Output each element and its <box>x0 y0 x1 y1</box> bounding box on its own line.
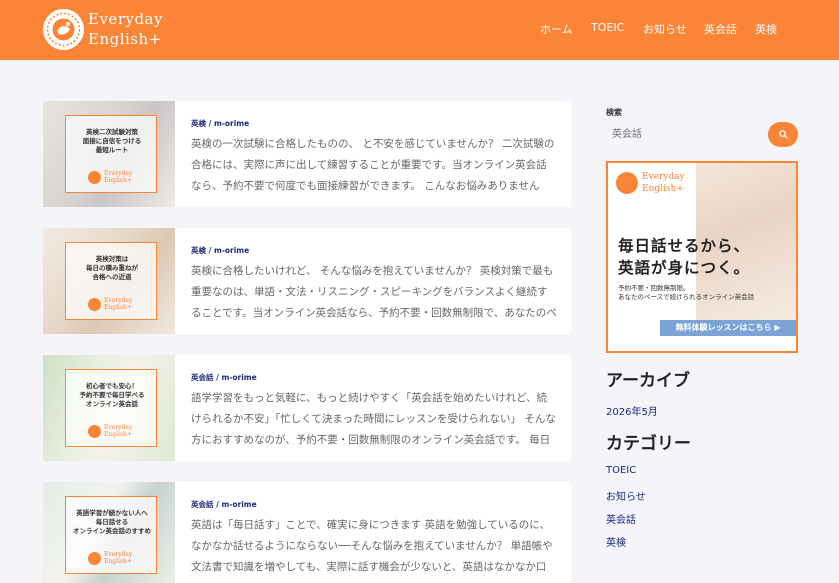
logo-icon <box>88 425 101 438</box>
thumbnail-logo-line-2: English+ <box>104 431 132 438</box>
thumbnail-overlay: 英検二次試験対策 面接に自信をつける 最短ルート Everyday English… <box>65 115 157 193</box>
thumbnail-overlay: 初心者でも安心！ 予約不要で毎日学べる オンライン英会話 Everyday Eng… <box>65 369 157 447</box>
category-item-news[interactable]: お知らせ <box>606 488 646 503</box>
thumbnail-logo: Everyday English+ <box>88 424 138 440</box>
banner-logo-line-1: Everyday <box>642 172 685 182</box>
search-button[interactable] <box>768 122 798 147</box>
banner-headline: 毎日話せるから、 英語が身につく。 <box>618 235 750 279</box>
logo-icon <box>88 552 101 565</box>
thumbnail-logo-line-1: Everyday <box>104 297 133 304</box>
logo-line-2: English+ <box>88 30 162 48</box>
post-meta[interactable]: 英検 / m-orime <box>191 245 249 256</box>
post-thumbnail[interactable]: 英検対策は 毎日の積み重ねが 合格への近道 Everyday English+ <box>43 228 175 334</box>
thumbnail-title: 英検対策は 毎日の積み重ねが 合格への近道 <box>86 255 138 281</box>
category-item-eikaiwa[interactable]: 英会話 <box>606 511 636 526</box>
post-card[interactable]: 英検二次試験対策 面接に自信をつける 最短ルート Everyday English… <box>43 101 571 207</box>
logo-icon <box>616 172 638 194</box>
search-input[interactable] <box>606 122 772 146</box>
thumbnail-title: 英検二次試験対策 面接に自信をつける 最短ルート <box>82 128 142 154</box>
post-excerpt: 英検に合格したいけれど、 そんな悩みを抱えていませんか？ 英検対策で最も重要なの… <box>191 265 557 319</box>
nav-item-toeic[interactable]: TOEIC <box>591 21 624 34</box>
category-heading: カテゴリー <box>606 434 691 454</box>
trial-banner[interactable]: Everyday English+ 毎日話せるから、 英語が身につく。 予約不要・… <box>606 161 798 353</box>
post-card[interactable]: 初心者でも安心！ 予約不要で毎日学べる オンライン英会話 Everyday Eng… <box>43 355 571 461</box>
thumbnail-logo-line-1: Everyday <box>104 551 133 558</box>
post-excerpt: 英検の一次試験に合格したものの、 と不安を感じていませんか？ 二次試験の合格には… <box>191 138 555 192</box>
nav-item-home[interactable]: ホーム <box>540 21 573 37</box>
thumbnail-logo-line-2: English+ <box>104 558 132 565</box>
logo-icon <box>43 9 84 50</box>
thumbnail-title: 初心者でも安心！ 予約不要で毎日学べる オンライン英会話 <box>79 382 145 408</box>
nav-item-eikaiwa[interactable]: 英会話 <box>704 21 737 37</box>
search-icon <box>778 129 788 139</box>
archive-heading: アーカイブ <box>606 371 690 391</box>
site-logo[interactable]: Everyday English+ <box>43 9 173 51</box>
logo-line-1: Everyday <box>88 10 163 28</box>
category-item-toeic[interactable]: TOEIC <box>606 465 636 476</box>
banner-subtext-line-1: 予約不要・回数無制限。 <box>618 284 690 292</box>
search-label: 検索 <box>606 108 622 117</box>
banner-subtext: 予約不要・回数無制限。 あなたのペースで続けられるオンライン英会話 <box>618 284 754 302</box>
post-thumbnail[interactable]: 英語学習が続かない人へ 毎日話せる オンライン英会話のすすめ Everyday E… <box>43 482 175 583</box>
thumbnail-logo-line-2: English+ <box>104 177 132 184</box>
logo-text: Everyday English+ <box>88 9 163 49</box>
thumbnail-title: 英語学習が続かない人へ 毎日話せる オンライン英会話のすすめ <box>73 509 151 535</box>
site-header: Everyday English+ ホーム TOEIC お知らせ 英会話 英検 <box>0 0 839 60</box>
archive-item[interactable]: 2026年5月 <box>606 403 658 418</box>
post-excerpt: 語学学習をもっと気軽に、もっと続けやすく「英会話を始めたいけれど、続けられるか不… <box>191 392 556 446</box>
trial-cta-button[interactable]: 無料体験レッスンはこちら ▶ <box>660 320 796 336</box>
post-meta[interactable]: 英会話 / m-orime <box>191 372 257 383</box>
logo-icon <box>88 171 101 184</box>
logo-icon <box>88 298 101 311</box>
post-thumbnail[interactable]: 初心者でも安心！ 予約不要で毎日学べる オンライン英会話 Everyday Eng… <box>43 355 175 461</box>
banner-subtext-line-2: あなたのペースで続けられるオンライン英会話 <box>618 293 755 301</box>
post-thumbnail[interactable]: 英検二次試験対策 面接に自信をつける 最短ルート Everyday English… <box>43 101 175 207</box>
banner-logo: Everyday English+ <box>616 169 706 199</box>
post-meta[interactable]: 英検 / m-orime <box>191 118 249 129</box>
nav-item-eiken[interactable]: 英検 <box>755 21 777 37</box>
thumbnail-logo: Everyday English+ <box>88 170 138 186</box>
banner-headline-line-2: 英語が身につく。 <box>618 259 751 277</box>
thumbnail-logo: Everyday English+ <box>88 551 138 567</box>
thumbnail-logo: Everyday English+ <box>88 297 138 313</box>
thumbnail-logo-line-2: English+ <box>104 304 132 311</box>
nav-item-news[interactable]: お知らせ <box>643 21 687 37</box>
post-card[interactable]: 英語学習が続かない人へ 毎日話せる オンライン英会話のすすめ Everyday E… <box>43 482 571 583</box>
banner-logo-line-2: English+ <box>642 184 684 194</box>
category-item-eiken[interactable]: 英検 <box>606 534 626 549</box>
thumbnail-overlay: 英検対策は 毎日の積み重ねが 合格への近道 Everyday English+ <box>65 242 157 320</box>
thumbnail-logo-line-1: Everyday <box>104 170 133 177</box>
post-meta[interactable]: 英会話 / m-orime <box>191 499 257 510</box>
thumbnail-overlay: 英語学習が続かない人へ 毎日話せる オンライン英会話のすすめ Everyday E… <box>65 496 157 574</box>
post-excerpt: 英語は「毎日話す」ことで、確実に身につきます 英語を勉強しているのに、なかなか話… <box>191 519 553 573</box>
post-card[interactable]: 英検対策は 毎日の積み重ねが 合格への近道 Everyday English+ 英… <box>43 228 571 334</box>
thumbnail-logo-line-1: Everyday <box>104 424 133 431</box>
banner-headline-line-1: 毎日話せるから、 <box>618 237 751 255</box>
